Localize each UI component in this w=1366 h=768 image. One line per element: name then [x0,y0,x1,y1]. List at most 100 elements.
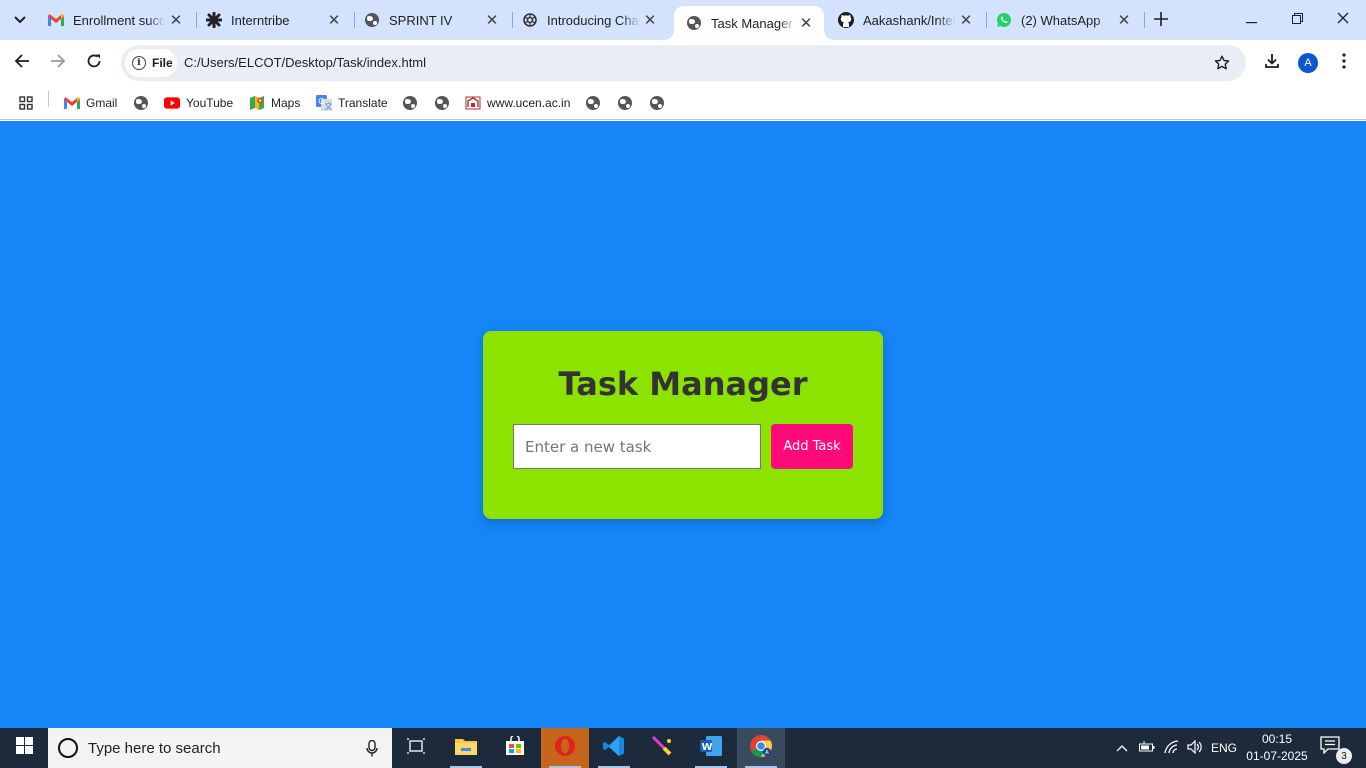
close-icon[interactable]: ✕ [166,10,186,30]
plus-icon [1154,9,1168,32]
address-bar[interactable]: i File C:/Users/ELCOT/Desktop/Task/index… [121,45,1246,81]
svg-text:文: 文 [325,101,333,111]
youtube-icon [164,95,180,111]
back-button[interactable] [8,49,36,77]
tab-title: Task Manager [711,15,793,31]
taskbar-opera[interactable] [541,728,589,768]
bookmark-label: Translate [338,96,388,110]
reload-button[interactable] [80,49,108,77]
tab-sprint-iv[interactable]: SPRINT IV ✕ [352,0,510,40]
tab-github[interactable]: Aakashank/Inter ✕ [826,0,984,40]
bookmark-translate[interactable]: G文 Translate [316,92,388,114]
word-icon: W [700,735,722,761]
clock-date: 01-07-2025 [1246,749,1308,763]
profile-button[interactable]: A [1294,49,1322,77]
taskbar-vscode[interactable] [590,728,638,768]
taskbar-file-explorer[interactable] [442,728,490,768]
bookmark-ucen[interactable]: www.ucen.ac.in [465,92,570,114]
tray-language[interactable]: ENG [1208,728,1240,768]
close-icon[interactable]: ✕ [640,10,660,30]
close-icon[interactable]: ✕ [482,10,502,30]
kebab-menu-icon [1342,52,1346,74]
bookmark-globe-3[interactable] [434,92,450,114]
gmail-icon [48,12,64,28]
close-icon[interactable]: ✕ [324,10,344,30]
task-view-icon [406,737,426,759]
browser-toolbar: i File C:/Users/ELCOT/Desktop/Task/index… [0,40,1366,86]
tab-divider [1144,12,1145,28]
globe-icon [364,12,380,28]
taskbar-chrome[interactable]: A [737,728,785,768]
close-window-button[interactable] [1320,0,1366,40]
bookmark-globe-1[interactable] [133,92,149,114]
bookmarks-divider [48,91,49,107]
browser-menu-button[interactable] [1330,49,1358,77]
chevron-down-icon [14,11,26,29]
globe-icon [686,15,702,31]
restore-button[interactable] [1274,0,1320,40]
tab-gmail[interactable]: Enrollment succe ✕ [36,0,194,40]
tab-whatsapp[interactable]: (2) WhatsApp ✕ [984,0,1142,40]
action-center-button[interactable]: 3 [1320,736,1352,764]
bookmark-globe-6[interactable] [649,92,665,114]
tray-clock[interactable]: 00:15 01-07-2025 [1245,731,1309,765]
reload-icon [86,53,102,74]
task-manager-card: Task Manager Add Task [483,331,883,519]
task-input[interactable] [513,424,761,469]
search-placeholder: Type here to search [88,739,221,757]
add-task-button[interactable]: Add Task [771,424,853,469]
tab-search-button[interactable] [6,6,34,34]
svg-text:G: G [318,97,324,106]
new-tab-button[interactable] [1150,9,1172,31]
minimize-button[interactable] [1228,0,1274,40]
apps-grid-icon [18,95,34,111]
tray-battery[interactable] [1136,728,1158,768]
windows-taskbar: Type here to search W A ENG 00:15 01-07-… [0,728,1366,768]
taskbar-paint-app[interactable] [638,728,686,768]
taskbar-search-box[interactable]: Type here to search [48,728,392,768]
notification-count-badge: 3 [1336,748,1352,764]
bookmark-youtube[interactable]: YouTube [164,92,233,114]
tray-volume[interactable] [1184,728,1206,768]
chrome-icon: A [749,734,773,763]
bookmark-gmail[interactable]: Gmail [64,92,117,114]
tray-overflow-button[interactable] [1112,728,1132,768]
downloads-button[interactable] [1258,49,1286,77]
windows-logo-icon [15,737,33,759]
forward-button[interactable] [44,49,72,77]
globe-icon [133,95,149,111]
close-icon[interactable]: ✕ [1114,10,1134,30]
tab-title: Enrollment succe [73,12,166,28]
tab-task-manager[interactable]: Task Manager ✕ [664,6,834,40]
avatar: A [1298,53,1318,73]
bookmark-maps[interactable]: Maps [249,92,300,114]
tab-title: Interntribe [231,12,290,28]
task-view-button[interactable] [392,728,440,768]
bookmark-globe-2[interactable] [402,92,418,114]
site-info-chip[interactable]: i File [125,49,177,77]
close-icon[interactable]: ✕ [796,13,816,33]
apps-button[interactable] [18,92,34,114]
microphone-icon[interactable] [366,739,378,762]
start-button[interactable] [0,728,48,768]
bookmark-label: Maps [271,96,301,110]
bookmark-globe-5[interactable] [617,92,633,114]
taskbar-store[interactable] [491,728,539,768]
close-icon [1337,11,1349,29]
minimize-icon [1245,11,1257,29]
vscode-icon [603,735,625,762]
arrow-left-icon [14,53,30,74]
globe-icon [617,95,633,111]
battery-icon [1139,740,1155,756]
tab-interntribe[interactable]: Interntribe ✕ [194,0,352,40]
url-text[interactable]: C:/Users/ELCOT/Desktop/Task/index.html [184,55,426,70]
bookmark-star-icon[interactable] [1212,53,1232,73]
restore-icon [1291,11,1303,29]
download-icon [1264,53,1280,74]
tray-network[interactable] [1160,728,1184,768]
tab-chatgpt[interactable]: Introducing Chat ✕ [510,0,668,40]
close-icon[interactable]: ✕ [956,10,976,30]
taskbar-word[interactable]: W [687,728,735,768]
bookmark-globe-4[interactable] [585,92,601,114]
bookmark-label: Gmail [86,96,118,110]
